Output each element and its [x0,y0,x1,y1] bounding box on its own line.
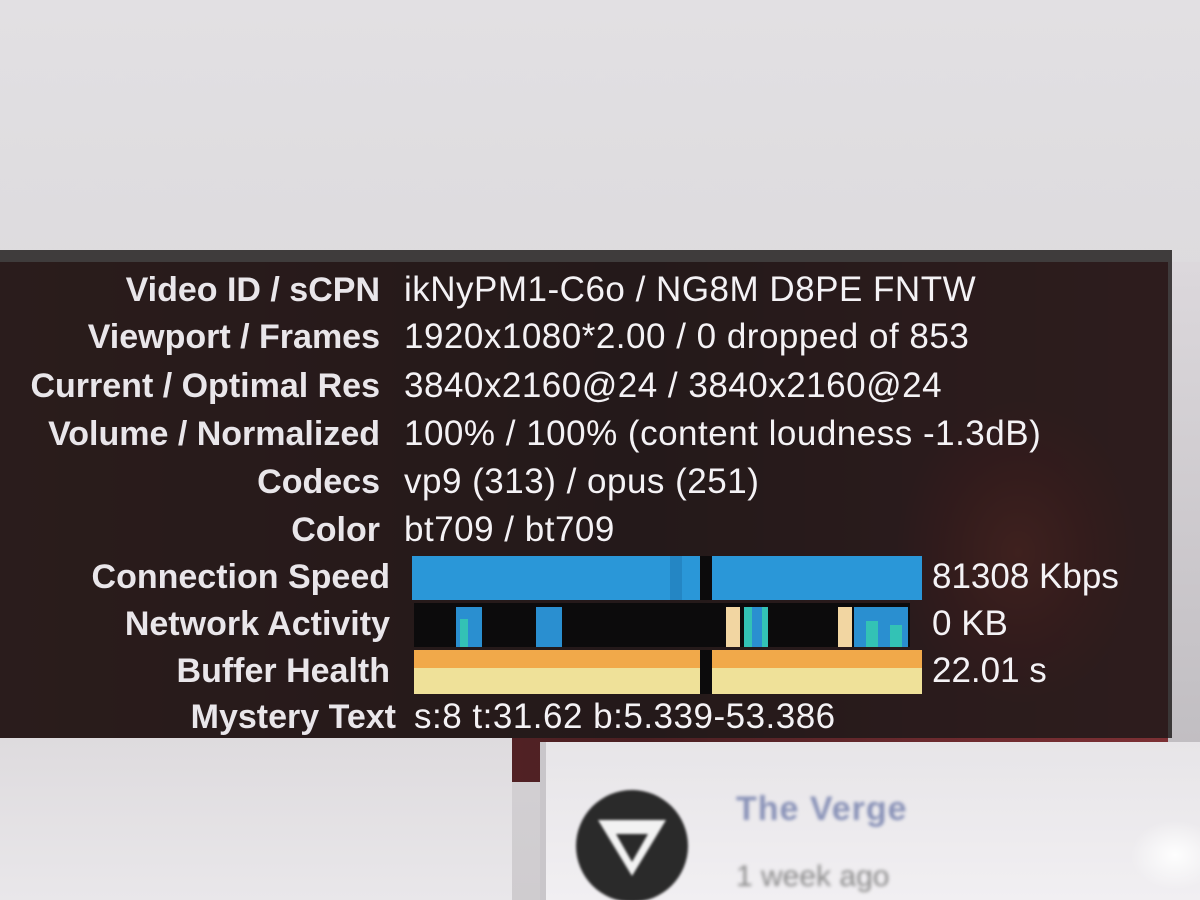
stat-row-resolution: Current / Optimal Res 3840x2160@24 / 384… [0,363,1172,409]
stat-row-codecs: Codecs vp9 (313) / opus (251) [0,459,1172,505]
stat-row-network-activity: Network Activity 0 KB [0,601,1172,647]
buffer-health-graph [414,650,922,694]
stat-value: bt709 / bt709 [404,510,615,549]
stat-label: Viewport / Frames [87,318,380,356]
connection-speed-graph [412,556,922,600]
stat-value: 100% / 100% (content loudness -1.3dB) [404,414,1042,453]
channel-name[interactable]: The Verge [736,790,908,829]
stat-row-color: Color bt709 / bt709 [0,507,1172,553]
page-edge [1168,262,1200,782]
stat-value: vp9 (313) / opus (251) [404,462,760,501]
channel-upload-time: 1 week ago [736,860,890,893]
stat-label: Mystery Text [190,698,396,736]
stat-value: 1920x1080*2.00 / 0 dropped of 853 [404,317,970,356]
stat-label: Volume / Normalized [48,415,380,453]
stats-for-nerds-panel: Video ID / sCPN ikNyPM1-C6o / NG8M D8PE … [0,250,1172,738]
stat-row-viewport: Viewport / Frames 1920x1080*2.00 / 0 dro… [0,314,1172,360]
stat-value: ikNyPM1-C6o / NG8M D8PE FNTW [404,270,977,309]
stat-row-mystery-text: Mystery Text s:8 t:31.62 b:5.339-53.386 [0,694,1172,740]
page-background [0,738,512,900]
stat-value: s:8 t:31.62 b:5.339-53.386 [414,697,836,736]
network-activity-graph [414,603,910,647]
stat-label: Connection Speed [91,558,390,596]
connection-speed-value: 81308 Kbps [932,557,1119,596]
stat-row-video-id: Video ID / sCPN ikNyPM1-C6o / NG8M D8PE … [0,267,1172,313]
stat-value: 3840x2160@24 / 3840x2160@24 [404,366,943,405]
buffer-health-value: 22.01 s [932,651,1047,690]
stat-row-buffer-health: Buffer Health 22.01 s [0,648,1172,694]
stat-row-volume: Volume / Normalized 100% / 100% (content… [0,411,1172,457]
stat-label: Codecs [257,463,380,501]
stat-label: Current / Optimal Res [30,367,380,405]
stat-label: Video ID / sCPN [125,271,380,309]
stat-label: Color [291,511,380,549]
stat-row-connection-speed: Connection Speed 81308 Kbps [0,554,1172,600]
channel-avatar[interactable] [576,790,688,900]
stat-label: Buffer Health [176,652,390,690]
network-activity-value: 0 KB [932,604,1008,643]
stat-label: Network Activity [124,605,390,643]
